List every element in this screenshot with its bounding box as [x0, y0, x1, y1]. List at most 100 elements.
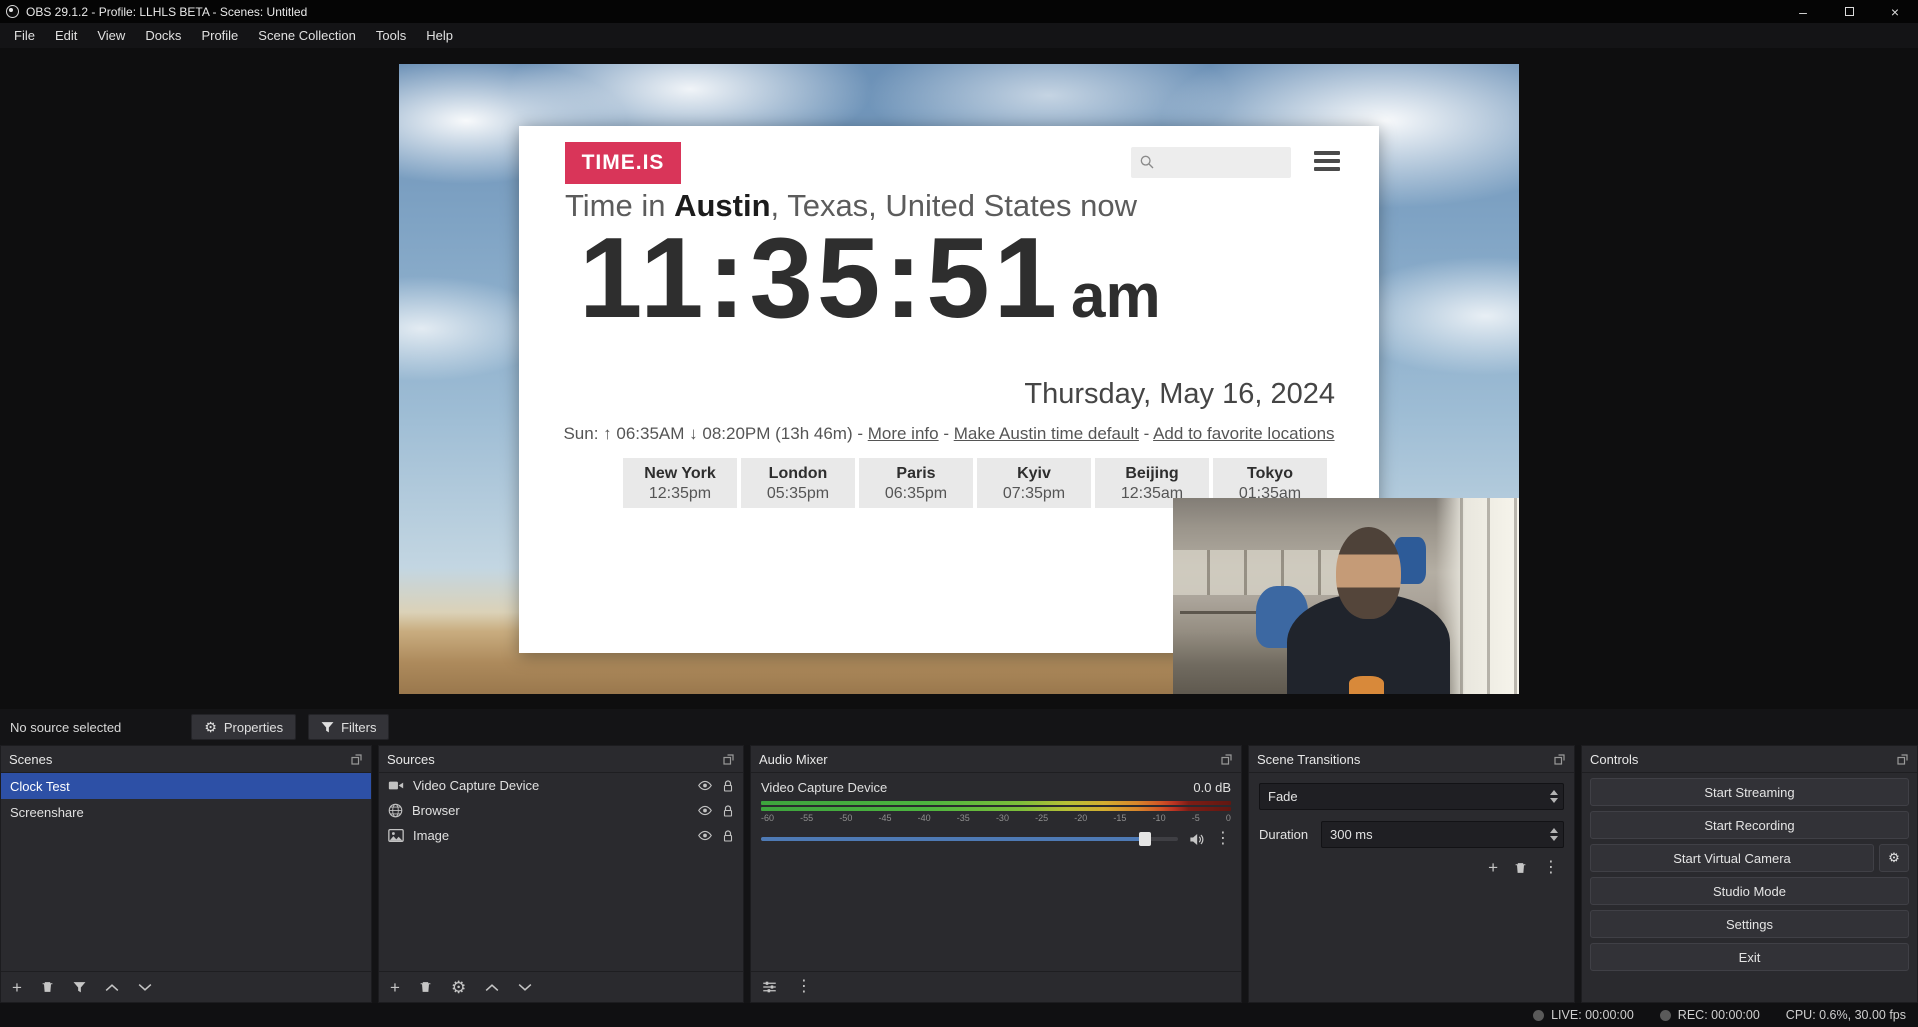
sources-list: Video Capture Device Browser Image	[379, 773, 743, 971]
transition-select[interactable]: Fade	[1259, 783, 1564, 810]
filter-icon	[321, 721, 334, 734]
add-favorite-link: Add to favorite locations	[1153, 424, 1334, 443]
record-status-icon	[1660, 1010, 1671, 1021]
visibility-eye-icon[interactable]	[697, 778, 713, 793]
source-item-browser[interactable]: Browser	[379, 798, 743, 823]
popout-icon[interactable]	[1554, 753, 1566, 765]
scene-filters-button[interactable]	[73, 981, 86, 994]
timeis-logo: TIME.IS	[565, 142, 681, 184]
remove-scene-button[interactable]	[41, 980, 54, 994]
transition-options-button[interactable]: ⋮	[1543, 860, 1559, 876]
add-source-button[interactable]: +	[390, 979, 400, 996]
menu-profile[interactable]: Profile	[191, 23, 248, 48]
combo-arrows-icon	[1545, 790, 1563, 803]
maximize-button[interactable]	[1826, 0, 1872, 23]
visibility-eye-icon[interactable]	[697, 803, 713, 818]
virtual-camera-config-button[interactable]: ⚙	[1879, 844, 1909, 872]
db-tick: -40	[918, 813, 931, 823]
advanced-audio-button[interactable]	[762, 980, 777, 994]
properties-button[interactable]: ⚙ Properties	[191, 714, 296, 740]
add-scene-button[interactable]: +	[12, 979, 22, 996]
remove-source-button[interactable]	[419, 980, 432, 994]
cpu-fps-text: CPU: 0.6%, 30.00 fps	[1786, 1008, 1906, 1022]
webcam-source-region[interactable]	[1173, 498, 1519, 694]
move-source-up-button[interactable]	[485, 983, 499, 992]
visibility-eye-icon[interactable]	[697, 828, 713, 843]
world-clock-paris: Paris 06:35pm	[859, 458, 973, 508]
trash-icon	[1514, 861, 1527, 875]
audio-mixer-dock: Audio Mixer Video Capture Device 0.0 dB …	[750, 745, 1242, 1003]
db-tick: -25	[1035, 813, 1048, 823]
source-item-video-capture[interactable]: Video Capture Device	[379, 773, 743, 798]
image-icon	[388, 829, 404, 842]
lock-icon[interactable]	[722, 779, 734, 793]
source-label: Browser	[412, 803, 688, 818]
popout-icon[interactable]	[1897, 753, 1909, 765]
scene-item-screenshare[interactable]: Screenshare	[1, 799, 371, 825]
menu-file[interactable]: File	[4, 23, 45, 48]
audio-channel-name: Video Capture Device	[761, 780, 887, 795]
scene-item-clock-test[interactable]: Clock Test	[1, 773, 371, 799]
sources-toolbar: + ⚙	[379, 971, 743, 1002]
filters-button[interactable]: Filters	[308, 714, 389, 740]
menu-view[interactable]: View	[87, 23, 135, 48]
clock-city: Tokyo	[1213, 464, 1327, 484]
move-source-down-button[interactable]	[518, 983, 532, 992]
menu-help[interactable]: Help	[416, 23, 463, 48]
settings-button[interactable]: Settings	[1590, 910, 1909, 938]
preview-canvas[interactable]: TIME.IS Time in Austin, Texas, United St…	[399, 64, 1519, 694]
video-camera-icon	[388, 779, 404, 792]
chevron-up-icon	[105, 983, 119, 992]
lock-icon[interactable]	[722, 804, 734, 818]
close-button[interactable]: ×	[1872, 0, 1918, 23]
volume-slider-handle[interactable]	[1139, 832, 1151, 846]
exit-button[interactable]: Exit	[1590, 943, 1909, 971]
stream-status-icon	[1533, 1010, 1544, 1021]
channel-options-button[interactable]: ⋮	[1215, 831, 1231, 847]
source-properties-button[interactable]: ⚙	[451, 979, 466, 996]
obs-logo-icon	[6, 5, 19, 18]
lock-icon[interactable]	[722, 829, 734, 843]
start-virtual-camera-button[interactable]: Start Virtual Camera	[1590, 844, 1874, 872]
rec-timer: REC: 00:00:00	[1678, 1008, 1760, 1022]
db-tick: -50	[839, 813, 852, 823]
volume-slider[interactable]	[761, 837, 1178, 841]
trash-icon	[41, 980, 54, 994]
menu-tools[interactable]: Tools	[366, 23, 416, 48]
shirt-print	[1349, 676, 1384, 694]
clock-time: 12:35pm	[623, 484, 737, 504]
popout-icon[interactable]	[351, 753, 363, 765]
duration-spinbox[interactable]: 300 ms	[1321, 821, 1564, 848]
controls-header: Controls	[1582, 746, 1917, 773]
menu-scene-collection[interactable]: Scene Collection	[248, 23, 366, 48]
separator: -	[939, 424, 954, 443]
statusbar: LIVE: 00:00:00 REC: 00:00:00 CPU: 0.6%, …	[0, 1003, 1918, 1027]
gear-icon: ⚙	[204, 720, 217, 734]
globe-icon	[388, 803, 403, 818]
db-tick: -30	[996, 813, 1009, 823]
audio-level-db: 0.0 dB	[1193, 780, 1231, 795]
move-scene-down-button[interactable]	[138, 983, 152, 992]
start-recording-button[interactable]: Start Recording	[1590, 811, 1909, 839]
person-head	[1336, 527, 1402, 619]
move-scene-up-button[interactable]	[105, 983, 119, 992]
mixer-options-button[interactable]: ⋮	[796, 979, 812, 995]
start-streaming-button[interactable]: Start Streaming	[1590, 778, 1909, 806]
trash-icon	[419, 980, 432, 994]
studio-mode-button[interactable]: Studio Mode	[1590, 877, 1909, 905]
source-item-image[interactable]: Image	[379, 823, 743, 848]
remove-transition-button[interactable]	[1514, 861, 1527, 875]
menu-edit[interactable]: Edit	[45, 23, 87, 48]
add-transition-button[interactable]: +	[1488, 859, 1498, 876]
db-tick: -60	[761, 813, 774, 823]
search-icon	[1139, 154, 1155, 170]
popout-icon[interactable]	[723, 753, 735, 765]
clock-time: 05:35pm	[741, 484, 855, 504]
spinner-arrows-icon[interactable]	[1545, 828, 1563, 841]
controls-dock: Controls Start Streaming Start Recording…	[1581, 745, 1918, 1003]
popout-icon[interactable]	[1221, 753, 1233, 765]
timeis-search-box	[1131, 147, 1291, 178]
menu-docks[interactable]: Docks	[135, 23, 191, 48]
mute-speaker-button[interactable]	[1188, 832, 1205, 847]
minimize-button[interactable]: –	[1780, 0, 1826, 23]
